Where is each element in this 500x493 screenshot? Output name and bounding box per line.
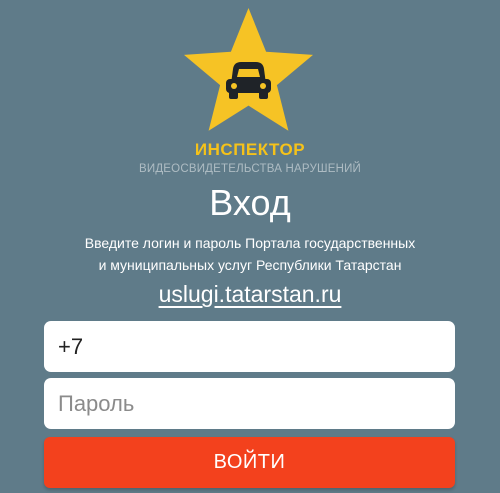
brand-title: ИНСПЕКТОР [194, 140, 306, 159]
login-button[interactable]: ВОЙТИ [44, 437, 455, 488]
brand-subtitle: ВИДЕОСВИДЕТЕЛЬСТВА НАРУШЕНИЙ [138, 163, 362, 175]
page-title: Вход [209, 182, 291, 223]
password-input[interactable] [44, 378, 455, 429]
portal-link-container: uslugi.tatarstan.ru [0, 281, 500, 308]
phone-input[interactable] [44, 321, 455, 372]
login-description-line-1: Введите логин и пароль Портала государст… [84, 235, 416, 251]
login-description-line-2: и муниципальных услуг Республики Татарст… [98, 257, 402, 273]
portal-link[interactable]: uslugi.tatarstan.ru [159, 281, 342, 307]
star-car-icon [184, 8, 313, 131]
login-description: Введите логин и пароль Портала государст… [40, 232, 460, 276]
